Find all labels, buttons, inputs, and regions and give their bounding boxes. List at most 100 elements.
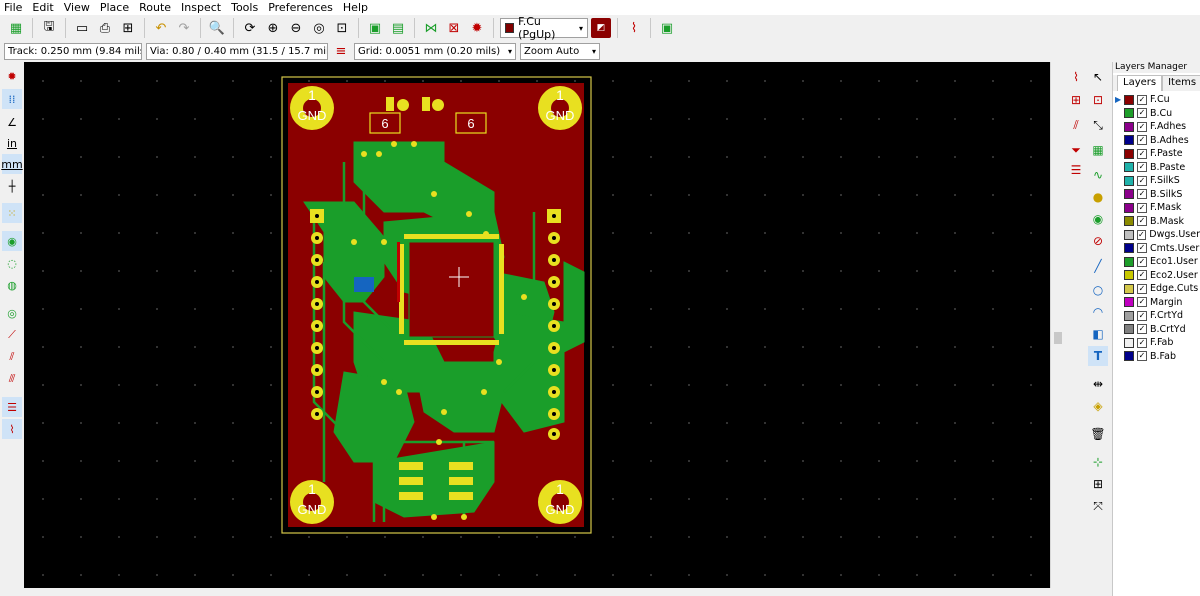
layer-color-swatch[interactable] (1124, 135, 1134, 146)
cursor-shape-icon[interactable]: ┼ (2, 176, 22, 196)
via-size-select[interactable]: Via: 0.80 / 0.40 mm (31.5 / 15.7 mils) *… (146, 42, 328, 60)
add-keepout-icon[interactable]: ⊘ (1088, 231, 1108, 251)
draw-arc-icon[interactable]: ◠ (1088, 302, 1108, 322)
track-width-select[interactable]: Track: 0.250 mm (9.84 mils) * ▾ (4, 42, 142, 60)
tab-layers[interactable]: Layers (1117, 75, 1163, 91)
route-single-icon[interactable]: ∿ (1088, 165, 1108, 185)
select-arrow-icon[interactable]: ↖ (1088, 67, 1108, 87)
add-zone-icon[interactable]: ◉ (1088, 209, 1108, 229)
layer-color-swatch[interactable] (1124, 175, 1134, 186)
layer-color-swatch[interactable] (1124, 202, 1134, 213)
tune-length-icon[interactable]: ⏷ (1066, 140, 1086, 160)
redo-icon[interactable]: ↷ (174, 18, 194, 38)
layer-visibility-checkbox[interactable]: ✓ (1137, 121, 1147, 132)
page-settings-icon[interactable]: ▭ (72, 18, 92, 38)
add-footprint-icon[interactable]: ⊡ (1088, 90, 1108, 110)
layer-color-swatch[interactable] (1124, 108, 1134, 119)
layer-visibility-checkbox[interactable]: ✓ (1137, 283, 1147, 294)
menu-item-file[interactable]: File (4, 1, 22, 14)
layer-row[interactable]: ✓ Eco1.User (1113, 255, 1200, 269)
layer-row[interactable]: ✓ F.Fab (1113, 336, 1200, 350)
layer-row[interactable]: ✓ F.Mask (1113, 201, 1200, 215)
zoom-out-icon[interactable]: ⊖ (286, 18, 306, 38)
layer-color-swatch[interactable] (1124, 243, 1134, 254)
vertical-scrollbar-thumb[interactable] (1054, 332, 1062, 344)
horizontal-scrollbar[interactable] (0, 588, 1064, 596)
zone-fill-icon[interactable]: ◉ (2, 231, 22, 251)
layer-row[interactable]: ✓ B.Cu (1113, 107, 1200, 121)
auto-track-width-icon[interactable]: ≡ (332, 43, 350, 60)
layer-visibility-checkbox[interactable]: ✓ (1137, 189, 1147, 200)
layer-visibility-checkbox[interactable]: ✓ (1137, 351, 1147, 362)
layer-visibility-checkbox[interactable]: ✓ (1137, 297, 1147, 308)
menu-item-place[interactable]: Place (100, 1, 129, 14)
layers-manager-toggle-icon[interactable]: ☰ (2, 397, 22, 417)
tab-items[interactable]: Items (1162, 75, 1200, 91)
layer-row[interactable]: ✓ B.SilkS (1113, 188, 1200, 202)
refresh-icon[interactable]: ⟳ (240, 18, 260, 38)
menu-item-preferences[interactable]: Preferences (268, 1, 333, 14)
layer-color-swatch[interactable] (1124, 148, 1134, 159)
route-track-icon[interactable]: ⫽ (1066, 115, 1086, 135)
layer-color-swatch[interactable] (1124, 324, 1134, 335)
layer-visibility-checkbox[interactable]: ✓ (1137, 108, 1147, 119)
layer-row[interactable]: ✓ B.Adhes (1113, 134, 1200, 148)
drc-icon[interactable]: ✹ (467, 18, 487, 38)
layer-row[interactable]: ✓ B.Paste (1113, 161, 1200, 175)
layer-visibility-checkbox[interactable]: ✓ (1137, 162, 1147, 173)
layer-color-swatch[interactable] (1124, 121, 1134, 132)
ratsnest-icon[interactable]: ⁙ (2, 203, 22, 223)
find-icon[interactable]: 🔍 (207, 18, 227, 38)
menu-item-view[interactable]: View (64, 1, 90, 14)
layer-color-swatch[interactable] (1124, 216, 1134, 227)
draw-polygon-icon[interactable]: ◧ (1088, 324, 1108, 344)
layer-visibility-checkbox[interactable]: ✓ (1137, 135, 1147, 146)
menu-item-tools[interactable]: Tools (231, 1, 258, 14)
menu-item-route[interactable]: Route (139, 1, 171, 14)
scripting-console-icon[interactable]: ▣ (657, 18, 677, 38)
set-origin-icon[interactable]: ⊹ (1088, 452, 1108, 472)
footprint-editor-icon[interactable]: ▣ (365, 18, 385, 38)
board-setup-icon[interactable]: ▦ (6, 18, 26, 38)
layer-row[interactable]: ▶ ✓ F.Cu (1113, 93, 1200, 107)
layer-pair-icon[interactable]: ◩ (591, 18, 611, 38)
plot-icon[interactable]: ⊞ (118, 18, 138, 38)
layer-color-swatch[interactable] (1123, 229, 1134, 240)
pad-sketch-icon[interactable]: ◎ (2, 303, 22, 323)
add-via-icon[interactable]: ▦ (1088, 140, 1108, 160)
zone-sketch-icon[interactable]: ◍ (2, 275, 22, 295)
netlist-icon[interactable]: ⋈ (421, 18, 441, 38)
microwave-toolbar-icon[interactable]: ⌇ (2, 419, 22, 439)
grid-toggle-icon[interactable]: ⁞⁞ (2, 89, 22, 109)
units-inch-button[interactable]: in (2, 133, 22, 153)
zoom-fit-icon[interactable]: ◎ (309, 18, 329, 38)
layer-row[interactable]: ✓ F.Paste (1113, 147, 1200, 161)
pcb-canvas[interactable]: 6 6 1 GND 1 GND 1 GND 1 GND (24, 62, 1050, 588)
menu-item-inspect[interactable]: Inspect (181, 1, 221, 14)
zone-outline-icon[interactable]: ◌ (2, 253, 22, 273)
active-layer-select[interactable]: F.Cu (PgUp) ▾ (500, 15, 588, 41)
layer-visibility-checkbox[interactable]: ✓ (1137, 94, 1147, 105)
layer-row[interactable]: ✓ Dwgs.User (1113, 228, 1200, 242)
add-dimension-icon[interactable]: ⇹ (1088, 374, 1108, 394)
via-sketch-icon[interactable]: ⟋ (2, 325, 22, 345)
layer-visibility-checkbox[interactable]: ✓ (1137, 175, 1147, 186)
layer-color-swatch[interactable] (1124, 297, 1134, 308)
menu-item-help[interactable]: Help (343, 1, 368, 14)
zoom-in-icon[interactable]: ⊕ (263, 18, 283, 38)
delete-icon[interactable]: 🗑 (1088, 424, 1108, 444)
layer-row[interactable]: ✓ B.Mask (1113, 215, 1200, 229)
menu-item-edit[interactable]: Edit (32, 1, 53, 14)
print-icon[interactable]: ⎙ (95, 18, 115, 38)
layer-row[interactable]: ✓ F.CrtYd (1113, 309, 1200, 323)
polar-coords-icon[interactable]: ∠ (2, 112, 22, 132)
layer-color-swatch[interactable] (1124, 270, 1134, 281)
add-text-icon[interactable]: T (1088, 346, 1108, 366)
vertical-scrollbar[interactable] (1050, 62, 1064, 588)
measure-icon[interactable]: ⤡ (1088, 115, 1108, 135)
layer-row[interactable]: ✓ B.CrtYd (1113, 323, 1200, 337)
layer-visibility-checkbox[interactable]: ✓ (1137, 310, 1147, 321)
layer-visibility-checkbox[interactable]: ✓ (1137, 148, 1147, 159)
layer-color-swatch[interactable] (1124, 310, 1134, 321)
high-contrast-icon[interactable]: ⫻ (2, 369, 22, 389)
